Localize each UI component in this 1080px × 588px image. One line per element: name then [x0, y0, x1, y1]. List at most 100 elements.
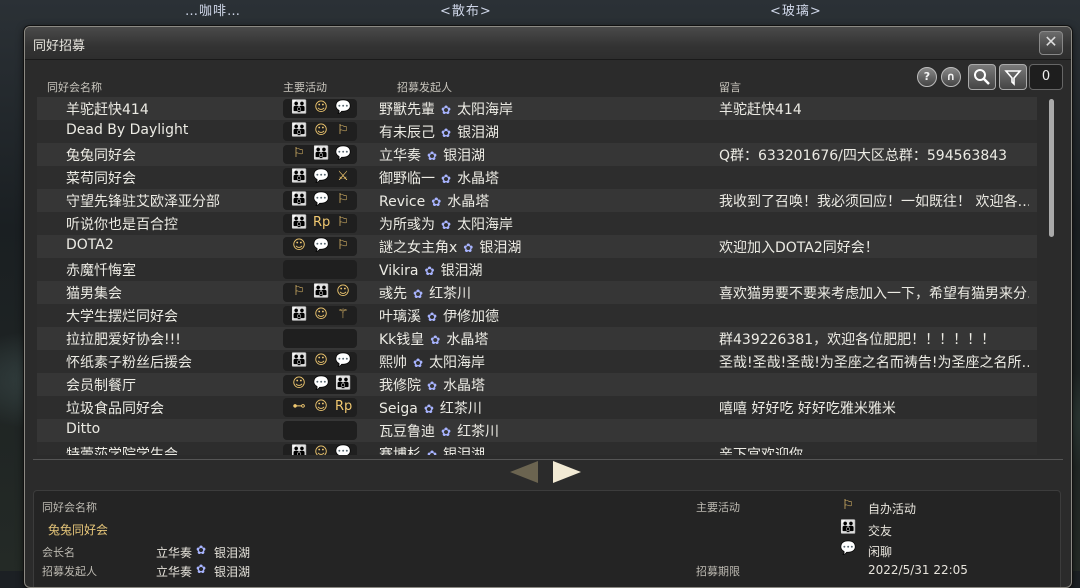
- recruiter: 瓦豆鲁迪 ✿ 红茶川: [379, 421, 499, 441]
- activity-icons: 👪 ☺ ⚐: [283, 122, 357, 141]
- recruiter-name[interactable]: 为所彧为: [379, 217, 435, 233]
- club-name: 特蕾莎学院学生会: [66, 447, 178, 455]
- world-icon: ✿: [427, 310, 438, 324]
- recruiter-name[interactable]: Revice: [379, 194, 425, 210]
- activity-icons: 👪 💬 ⚐: [283, 191, 357, 210]
- recruiter-world: 银泪湖: [457, 125, 500, 141]
- column-header-name[interactable]: 同好会名称: [47, 79, 102, 95]
- list-item[interactable]: 守望先锋驻艾欧泽亚分部 👪 💬 ⚐ Revice ✿ 水晶塔 我收到了召唤！我必须回应！一如既…: [37, 189, 1037, 212]
- recruiter: 叶璃溪 ✿ 伊修加德: [379, 306, 499, 326]
- window-title: 同好招募: [33, 39, 86, 54]
- activity-icons: [283, 260, 357, 279]
- background-banner-left: …咖啡…: [185, 4, 242, 19]
- activity-icon: ⚐: [337, 238, 349, 253]
- list-item[interactable]: Ditto 瓦豆鲁迪 ✿ 红茶川: [37, 419, 1037, 442]
- recruiter-world: 水晶塔: [457, 171, 500, 187]
- recruiter-name[interactable]: 有未辰己: [379, 125, 435, 141]
- list-item[interactable]: Dead By Daylight 👪 ☺ ⚐ 有未辰己 ✿ 银泪湖: [37, 120, 1037, 143]
- activity-icons: [283, 421, 357, 440]
- list-item[interactable]: 听说你也是百合控 👪 Rp ⚐ 为所彧为 ✿ 太阳海岸: [37, 212, 1037, 235]
- detail-activity-1: 自办活动: [868, 502, 917, 516]
- column-header-activity[interactable]: 主要活动: [283, 79, 327, 95]
- activity-icon: ☺: [314, 353, 328, 368]
- activity-icon: ⚐: [337, 123, 349, 138]
- activity-icon: 💬: [313, 376, 330, 391]
- activity-icons: 👪 Rp ⚐: [283, 214, 357, 233]
- recruiter-name[interactable]: Vikira: [379, 263, 419, 279]
- recruiter: Revice ✿ 水晶塔: [379, 191, 489, 211]
- list-item[interactable]: 羊驼赶快414 👪 ☺ 💬 野獸先輩 ✿ 太阳海岸 羊驼赶快414: [37, 97, 1037, 120]
- recruiter-name[interactable]: 謎之女主角x: [379, 240, 457, 256]
- club-message: 亲下宫欢迎你: [719, 447, 803, 455]
- detail-leader-value[interactable]: 立华奏: [156, 544, 192, 561]
- recruiter: 有未辰己 ✿ 银泪湖: [379, 122, 499, 142]
- activity-icons: ☺ 💬 ⚐: [283, 237, 357, 256]
- activity-icon: ⚚: [337, 307, 349, 322]
- recruiter-name[interactable]: 立华奏: [379, 148, 421, 164]
- search-button[interactable]: [968, 64, 996, 90]
- activity-icon: 👪: [291, 445, 308, 455]
- detail-recruiter-value[interactable]: 立华奏: [156, 563, 192, 580]
- list-item[interactable]: 拉拉肥爱好协会!!! Kk钱皇 ✿ 水晶塔 群439226381，欢迎各位肥肥！！！！！…: [37, 327, 1037, 350]
- list-item[interactable]: 猫男集会 ⚐ 👪 ☺ 彧先 ✿ 红茶川 喜欢猫男要不要来考虑加入一下，希望有猫男来分…: [37, 281, 1037, 304]
- recruiter-name[interactable]: 御野临一: [379, 171, 435, 187]
- club-detail-panel: 同好会名称 兔兔同好会 会长名 立华奏 ✿ 银泪湖 招募发起人 立华奏 ✿ 银泪…: [33, 490, 1061, 587]
- club-message: 我收到了召唤！我必须回应！一如既往！ 欢迎各…: [719, 194, 1029, 210]
- world-icon: ✿: [423, 402, 434, 416]
- list-item[interactable]: 赤魔忏悔室 Vikira ✿ 银泪湖: [37, 258, 1037, 281]
- list-item[interactable]: 怀纸素子粉丝后援会 👪 ☺ 💬 熙帅 ✿ 太阳海岸 圣哉!圣哉!圣哉!为圣座之名而祷告!为圣座…: [37, 350, 1037, 373]
- activity-icon: 👪: [291, 215, 308, 230]
- world-icon: ✿: [441, 172, 452, 186]
- recruiter-name[interactable]: 叶璃溪: [379, 309, 421, 325]
- recruiter-name[interactable]: 赛博杉: [379, 447, 421, 455]
- activity-icon: Rp: [335, 399, 353, 414]
- club-name: 垃圾食品同好会: [66, 401, 164, 417]
- chat-icon: 💬: [840, 541, 857, 556]
- world-icon: ✿: [413, 287, 424, 301]
- activity-icon: ☺: [314, 123, 328, 138]
- activity-icons: ⊷ ☺ Rp: [283, 398, 357, 417]
- world-icon: ✿: [441, 218, 452, 232]
- close-icon[interactable]: ✕: [1039, 31, 1063, 55]
- list-item[interactable]: 特蕾莎学院学生会 👪 ☺ 💬 赛博杉 ✿ 银泪湖 亲下宫欢迎你: [37, 442, 1037, 455]
- list-item[interactable]: 会员制餐厅 ☺ 💬 👪 我修院 ✿ 水晶塔: [37, 373, 1037, 396]
- recruiter-name[interactable]: 彧先: [379, 286, 407, 302]
- list-item[interactable]: 菜苟同好会 👪 💬 ⚔ 御野临一 ✿ 水晶塔: [37, 166, 1037, 189]
- column-header-message[interactable]: 留言: [719, 79, 741, 95]
- headset-button[interactable]: ∩: [941, 67, 961, 87]
- recruiter-name[interactable]: 瓦豆鲁迪: [379, 424, 435, 440]
- recruiter-world: 伊修加德: [443, 309, 500, 325]
- previous-page-arrow-icon[interactable]: [510, 461, 538, 483]
- world-icon: ✿: [196, 562, 207, 576]
- list-item[interactable]: 大学生摆烂同好会 👪 ☺ ⚚ 叶璃溪 ✿ 伊修加德: [37, 304, 1037, 327]
- window-titlebar[interactable]: 同好招募 ✕: [25, 27, 1071, 60]
- recruiter-name[interactable]: 野獸先輩: [379, 102, 435, 118]
- divider: [33, 459, 1063, 460]
- activity-icon: 👪: [313, 146, 330, 161]
- list-scrollbar[interactable]: [1049, 99, 1054, 237]
- activity-icons: 👪 ☺ 💬: [283, 352, 357, 371]
- activity-icon: ☺: [292, 376, 306, 391]
- recruiter-world: 银泪湖: [440, 263, 483, 279]
- club-name: Ditto: [66, 421, 101, 437]
- list-item[interactable]: 垃圾食品同好会 ⊷ ☺ Rp Seiga ✿ 红茶川 嘻嘻 好好吃 好好吃雅米雅米: [37, 396, 1037, 419]
- world-icon: ✿: [427, 448, 438, 455]
- list-item[interactable]: 兔兔同好会 ⚐ 👪 💬 立华奏 ✿ 银泪湖 Q群：633201676/四大区总群：594563…: [37, 143, 1037, 166]
- recruiter: 赛博杉 ✿ 银泪湖: [379, 444, 485, 455]
- detail-activity-2: 交友: [868, 524, 893, 538]
- club-recruitment-window: 同好招募 ✕ 同好会名称 主要活动 招募发起人 留言 ? ∩ 0 羊驼赶快414…: [24, 26, 1072, 588]
- activity-icon: ⚐: [337, 215, 349, 230]
- club-name: 听说你也是百合控: [66, 217, 178, 233]
- recruiter-name[interactable]: Seiga: [379, 401, 418, 417]
- next-page-arrow-icon[interactable]: [553, 461, 581, 483]
- activity-icon: 👪: [291, 353, 308, 368]
- recruiter-name[interactable]: 我修院: [379, 378, 421, 394]
- recruiter-name[interactable]: 熙帅: [379, 355, 407, 371]
- activity-icons: ☺ 💬 👪: [283, 375, 357, 394]
- recruiter-name[interactable]: Kk钱皇: [379, 332, 424, 348]
- list-item[interactable]: DOTA2 ☺ 💬 ⚐ 謎之女主角x ✿ 银泪湖 欢迎加入DOTA2同好会！: [37, 235, 1037, 258]
- column-header-recruiter[interactable]: 招募发起人: [397, 79, 452, 95]
- activity-icon: 💬: [335, 353, 352, 368]
- help-button[interactable]: ?: [917, 67, 937, 87]
- filter-button[interactable]: [999, 64, 1027, 90]
